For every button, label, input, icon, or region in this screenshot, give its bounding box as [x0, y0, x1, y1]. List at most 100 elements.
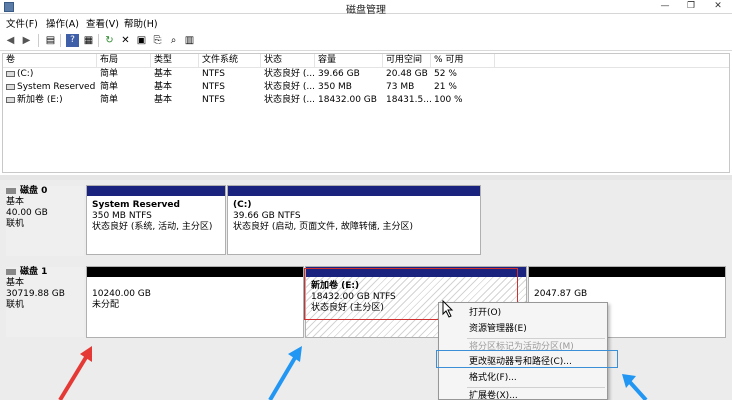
partition-c[interactable]: (C:) 39.66 GB NTFS 状态良好 (启动, 页面文件, 故障转储,…	[227, 185, 481, 255]
drive-icon	[6, 83, 15, 90]
column-header-type[interactable]: 类型	[151, 54, 199, 68]
primary-partition-bar	[87, 186, 225, 196]
layout-cell: 简单	[100, 95, 119, 105]
volume-cell: (C:)	[3, 68, 33, 81]
blue-annotation-arrow-icon	[268, 346, 302, 400]
type-cell: 基本	[154, 82, 173, 92]
free-space-cell: 73 MB	[386, 82, 415, 92]
percent-free-cell: 21 %	[434, 82, 457, 92]
free-space-cell: 18431.5...	[386, 95, 432, 105]
type-cell: 基本	[154, 95, 173, 105]
menu-action[interactable]: 操作(A)	[46, 16, 79, 30]
column-header-volume[interactable]: 卷	[3, 54, 97, 68]
search-icon[interactable]: ⌕	[167, 34, 180, 47]
table-row[interactable]: 新加卷 (E:) 简单 基本 NTFS 状态良好 (... 18432.00 G…	[3, 94, 729, 107]
free-space-cell: 20.48 GB	[386, 69, 428, 79]
drive-icon	[6, 70, 15, 77]
drive-icon	[6, 96, 15, 103]
list-view-icon[interactable]: ▦	[82, 34, 95, 47]
column-header-status[interactable]: 状态	[261, 54, 315, 68]
disk-type: 基本	[6, 197, 25, 207]
toolbar-separator	[38, 34, 39, 47]
primary-partition-bar	[228, 186, 480, 196]
layout-cell: 简单	[100, 82, 119, 92]
partition-size: 350 MB NTFS	[92, 211, 152, 221]
partition-name: (C:)	[233, 200, 252, 210]
percent-free-cell: 52 %	[434, 69, 457, 79]
disk-name: 磁盘 0	[20, 186, 48, 196]
partition-size: 10240.00 GB	[92, 289, 151, 299]
capacity-cell: 350 MB	[318, 82, 352, 92]
close-button[interactable]: ✕	[704, 0, 732, 13]
status-cell: 状态良好 (...	[264, 69, 315, 79]
unallocated-bar	[87, 267, 303, 277]
partition-size: 39.66 GB NTFS	[233, 211, 301, 221]
toolbar: ◀ ▶ ▤ ? ▦ ↻ ✕ ▣ ⎘ ⌕ ▥	[0, 31, 732, 51]
table-row[interactable]: System Reserved 简单 基本 NTFS 状态良好 (... 350…	[3, 81, 729, 94]
red-annotation-arrow-icon	[58, 346, 92, 400]
layout-cell: 简单	[100, 69, 119, 79]
menu-item-open[interactable]: 打开(O)	[439, 305, 607, 321]
menu-view[interactable]: 查看(V)	[86, 16, 119, 30]
volume-cell: System Reserved	[3, 81, 95, 94]
partition-unallocated[interactable]: 10240.00 GB 未分配	[86, 266, 304, 338]
properties-icon[interactable]: ▣	[135, 34, 148, 47]
disk-type: 基本	[6, 278, 25, 288]
capacity-cell: 18432.00 GB	[318, 95, 377, 105]
capacity-cell: 39.66 GB	[318, 69, 360, 79]
blue-annotation-arrow-icon	[622, 374, 648, 400]
disk-size: 40.00 GB	[6, 208, 48, 218]
menu-item-format[interactable]: 格式化(F)...	[439, 370, 607, 386]
filesystem-cell: NTFS	[202, 69, 225, 79]
disk-status: 联机	[6, 219, 25, 229]
mouse-cursor-icon	[442, 300, 454, 318]
volume-name: System Reserved	[17, 82, 96, 92]
back-arrow-icon[interactable]: ◀	[4, 34, 17, 47]
disk-icon	[6, 187, 16, 194]
column-header-capacity[interactable]: 容量	[315, 54, 383, 68]
type-cell: 基本	[154, 69, 173, 79]
details-view-icon[interactable]: ▤	[44, 34, 57, 47]
menu-item-highlight-box	[436, 350, 618, 368]
volume-name: (C:)	[17, 69, 34, 79]
filesystem-cell: NTFS	[202, 95, 225, 105]
column-header-free-space[interactable]: 可用空间	[383, 54, 431, 68]
delete-icon[interactable]: ✕	[119, 34, 132, 47]
menu-file[interactable]: 文件(F)	[6, 16, 38, 30]
minimize-button[interactable]: —	[652, 0, 678, 13]
refresh-icon[interactable]: ↻	[103, 34, 116, 47]
menu-bar: 文件(F) 操作(A) 查看(V) 帮助(H)	[0, 14, 732, 31]
export-icon[interactable]: ⎘	[151, 34, 164, 47]
disk-1-label[interactable]: 磁盘 1 基本 30719.88 GB 联机	[6, 267, 84, 337]
partition-status: 未分配	[92, 300, 120, 310]
menu-item-extend-volume[interactable]: 扩展卷(X)...	[439, 388, 607, 400]
volume-name: 新加卷 (E:)	[17, 95, 63, 105]
disk-size: 30719.88 GB	[6, 289, 65, 299]
filesystem-cell: NTFS	[202, 82, 225, 92]
maximize-button[interactable]: ❐	[678, 0, 704, 13]
column-header-layout[interactable]: 布局	[97, 54, 151, 68]
help-icon[interactable]: ?	[66, 34, 79, 47]
partition-status: 状态良好 (系统, 活动, 主分区)	[92, 222, 213, 232]
menu-help[interactable]: 帮助(H)	[124, 16, 158, 30]
toolbar-separator	[98, 34, 99, 47]
volume-cell: 新加卷 (E:)	[3, 94, 63, 107]
partition-size: 2047.87 GB	[534, 289, 588, 299]
partition-system-reserved[interactable]: System Reserved 350 MB NTFS 状态良好 (系统, 活动…	[86, 185, 226, 255]
column-header-percent-free[interactable]: % 可用	[431, 54, 495, 68]
forward-arrow-icon[interactable]: ▶	[20, 34, 33, 47]
status-cell: 状态良好 (...	[264, 95, 315, 105]
menu-item-explorer[interactable]: 资源管理器(E)	[439, 321, 607, 337]
title-bar: 磁盘管理 — ❐ ✕	[0, 0, 732, 16]
column-header-filesystem[interactable]: 文件系统	[199, 54, 261, 68]
disk-name: 磁盘 1	[20, 267, 48, 277]
partition-name: System Reserved	[92, 200, 180, 210]
volume-list: 卷 布局 类型 文件系统 状态 容量 可用空间 % 可用 (C:) 简单 基本 …	[2, 53, 730, 173]
unallocated-bar	[529, 267, 725, 277]
disk-0-label[interactable]: 磁盘 0 基本 40.00 GB 联机	[6, 186, 84, 256]
partition-status: 状态良好 (启动, 页面文件, 故障转储, 主分区)	[233, 222, 414, 232]
volume-list-header: 卷 布局 类型 文件系统 状态 容量 可用空间 % 可用	[3, 54, 729, 68]
table-row[interactable]: (C:) 简单 基本 NTFS 状态良好 (... 39.66 GB 20.48…	[3, 68, 729, 81]
volume-view-icon[interactable]: ▥	[183, 34, 196, 47]
disk-icon	[6, 268, 16, 275]
